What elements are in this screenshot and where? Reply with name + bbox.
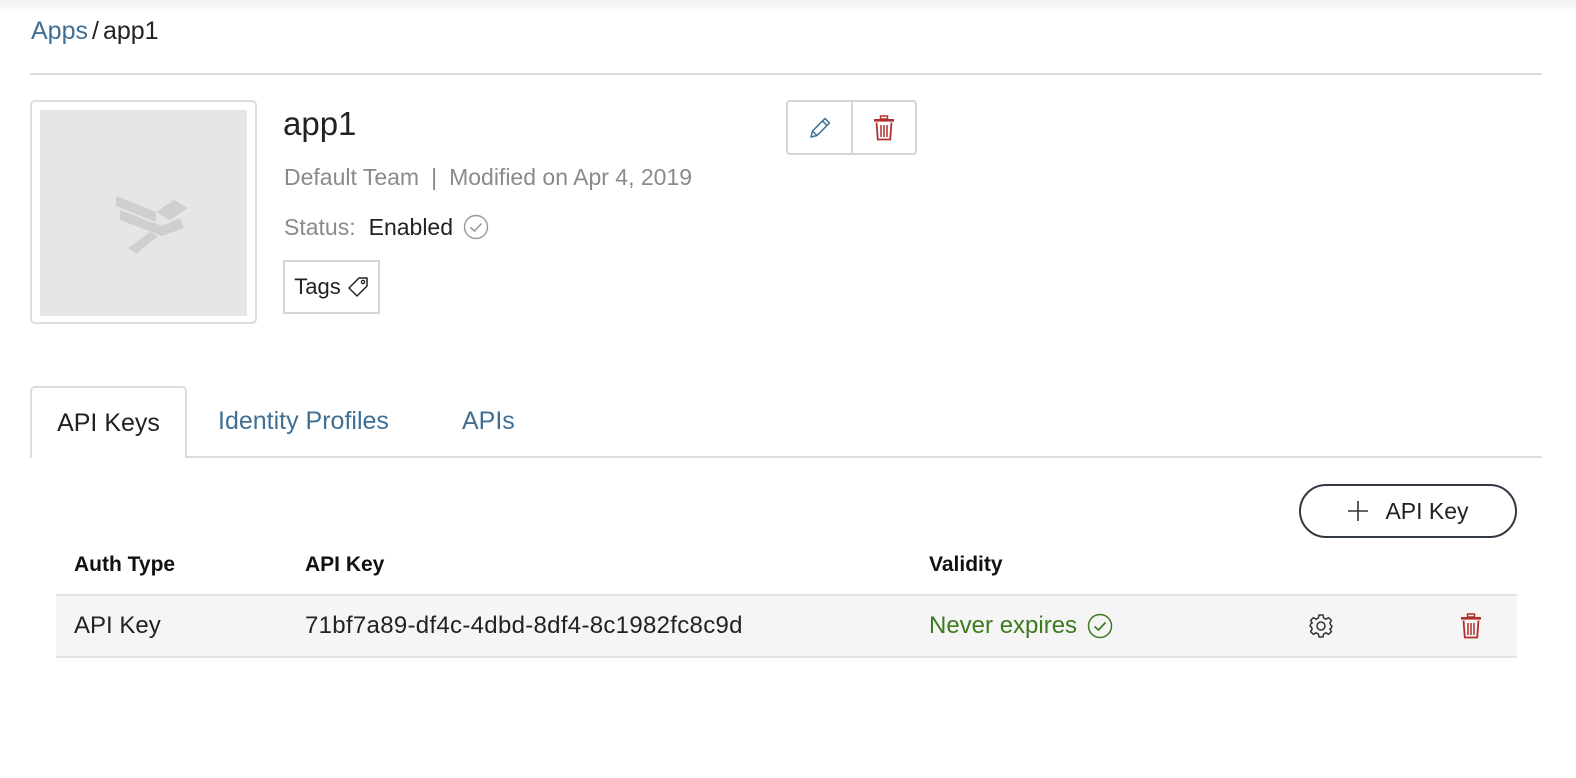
gear-icon — [1309, 614, 1333, 638]
breadcrumb-link-apps[interactable]: Apps — [31, 17, 88, 45]
app-title: app1 — [283, 105, 357, 142]
app-thumbnail — [30, 100, 257, 324]
header-divider — [30, 73, 1542, 75]
column-header-auth-type: Auth Type — [74, 553, 176, 576]
delete-api-key-button[interactable] — [1457, 612, 1485, 640]
edit-app-button[interactable] — [788, 102, 851, 153]
status-value: Enabled — [368, 214, 454, 240]
check-circle-icon — [1087, 613, 1113, 639]
app-team: Default Team — [284, 164, 420, 190]
app-logo-placeholder-icon — [116, 196, 188, 254]
app-meta: Default Team | Modified on Apr 4, 2019 — [284, 162, 692, 192]
tags-button[interactable]: Tags — [283, 260, 380, 314]
plus-icon — [1348, 501, 1369, 521]
api-key-settings-button[interactable] — [1307, 612, 1335, 640]
table-row: API Key 71bf7a89-df4c-4dbd-8df4-8c1982fc… — [56, 594, 1517, 658]
column-header-api-key: API Key — [305, 553, 385, 576]
table-header: Auth Type API Key Validity — [56, 550, 1517, 594]
meta-separator: | — [431, 164, 438, 190]
tab-apis[interactable]: APIs — [462, 386, 515, 458]
trash-icon — [874, 114, 895, 140]
tags-label: Tags — [294, 274, 341, 299]
check-circle-icon — [463, 214, 489, 240]
tab-api-keys[interactable]: API Keys — [30, 386, 187, 458]
app-actions — [786, 100, 917, 155]
trash-icon — [1461, 613, 1481, 639]
validity-text: Never expires — [929, 612, 1078, 639]
delete-app-button[interactable] — [851, 102, 915, 153]
add-api-key-button[interactable]: API Key — [1299, 484, 1517, 538]
breadcrumb-current: app1 — [102, 17, 159, 45]
status-label: Status: — [284, 214, 356, 240]
app-thumbnail-placeholder — [40, 110, 247, 316]
cell-validity: Never expires — [929, 611, 1113, 641]
top-shadow — [0, 0, 1576, 14]
cell-api-key: 71bf7a89-df4c-4dbd-8df4-8c1982fc8c9d — [305, 612, 743, 639]
tab-bar: API Keys Identity Profiles APIs — [30, 386, 1542, 458]
status-row: Status: Enabled — [284, 212, 489, 242]
cell-auth-type: API Key — [74, 612, 161, 639]
breadcrumb-separator: / — [91, 17, 99, 45]
tab-identity-profiles[interactable]: Identity Profiles — [218, 386, 389, 458]
breadcrumb: Apps / app1 — [31, 16, 159, 46]
tag-icon — [347, 277, 368, 297]
app-modified-date: Modified on Apr 4, 2019 — [449, 164, 693, 190]
add-api-key-label: API Key — [1385, 497, 1469, 524]
pencil-icon — [809, 117, 830, 138]
column-header-validity: Validity — [929, 553, 1003, 576]
